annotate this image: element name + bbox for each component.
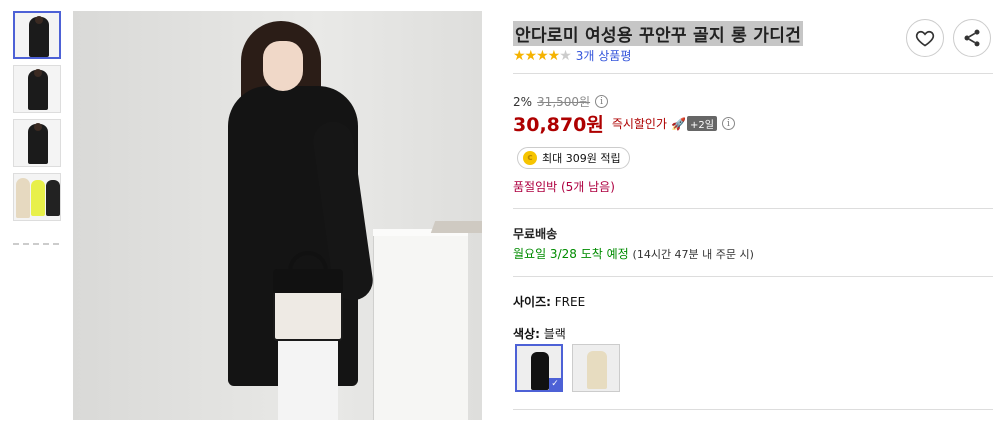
size-value: FREE	[554, 295, 586, 309]
discount-row: 2% 31,500원 i	[513, 93, 609, 110]
rating-stars: ★★★★★	[513, 47, 572, 64]
size-label: 사이즈:	[513, 295, 551, 309]
divider	[513, 73, 993, 74]
original-price: 31,500원	[537, 95, 591, 109]
share-icon	[964, 29, 980, 47]
heart-icon	[915, 30, 935, 47]
rocket-badge: +2일	[686, 116, 717, 131]
color-swatch-beige[interactable]	[572, 344, 620, 392]
eta-day: 월요일 3/28	[513, 247, 577, 261]
stock-warning: 품절임박 (5개 남음)	[513, 180, 615, 194]
divider	[513, 409, 993, 410]
product-title: 안다로미 여성용 꾸안꾸 골지 롱 가디건	[513, 21, 804, 46]
coin-icon: c	[523, 151, 537, 165]
divider	[513, 208, 993, 209]
points-text: 최대 309원 적립	[542, 152, 621, 165]
rocket-icon: 🚀	[671, 116, 686, 131]
thumbnail-divider	[13, 243, 59, 245]
info-icon[interactable]: i	[595, 95, 609, 108]
color-row: 색상: 블랙	[513, 325, 566, 342]
eta-note: (14시간 47분 내 주문 시)	[632, 248, 754, 261]
review-count-link[interactable]: 3개 상품평	[576, 47, 632, 64]
product-page: 안다로미 여성용 꾸안꾸 골지 롱 가디건 ★★★★★ 3개 상품평 2% 31…	[0, 0, 1004, 424]
thumbnail-4[interactable]	[13, 173, 61, 221]
price-row: 30,870원 즉시할인가 🚀 +2일 i	[513, 110, 735, 137]
color-value: 블랙	[543, 327, 566, 341]
instant-discount-label: 즉시할인가	[611, 117, 668, 131]
share-button[interactable]	[953, 19, 991, 57]
shipping-title: 무료배송	[513, 227, 558, 241]
thumbnail-1[interactable]	[13, 11, 61, 59]
divider	[513, 276, 993, 277]
rating-row[interactable]: ★★★★★ 3개 상품평	[513, 47, 631, 64]
color-label: 색상:	[513, 327, 540, 341]
thumbnail-list	[13, 11, 63, 245]
sale-price: 30,870원	[513, 114, 604, 136]
thumbnail-3[interactable]	[13, 119, 61, 167]
discount-rate: 2%	[513, 94, 533, 109]
wishlist-button[interactable]	[906, 19, 944, 57]
points-badge: c 최대 309원 적립	[517, 147, 630, 169]
main-product-image[interactable]	[73, 11, 482, 420]
delivery-eta: 월요일 3/28 도착 예정 (14시간 47분 내 주문 시)	[513, 245, 754, 262]
info-icon[interactable]: i	[721, 117, 735, 130]
thumbnail-2[interactable]	[13, 65, 61, 113]
color-swatch-black[interactable]: ✓	[515, 344, 563, 392]
size-row: 사이즈: FREE	[513, 293, 585, 310]
eta-label: 도착 예정	[580, 247, 629, 261]
check-icon: ✓	[549, 378, 561, 390]
